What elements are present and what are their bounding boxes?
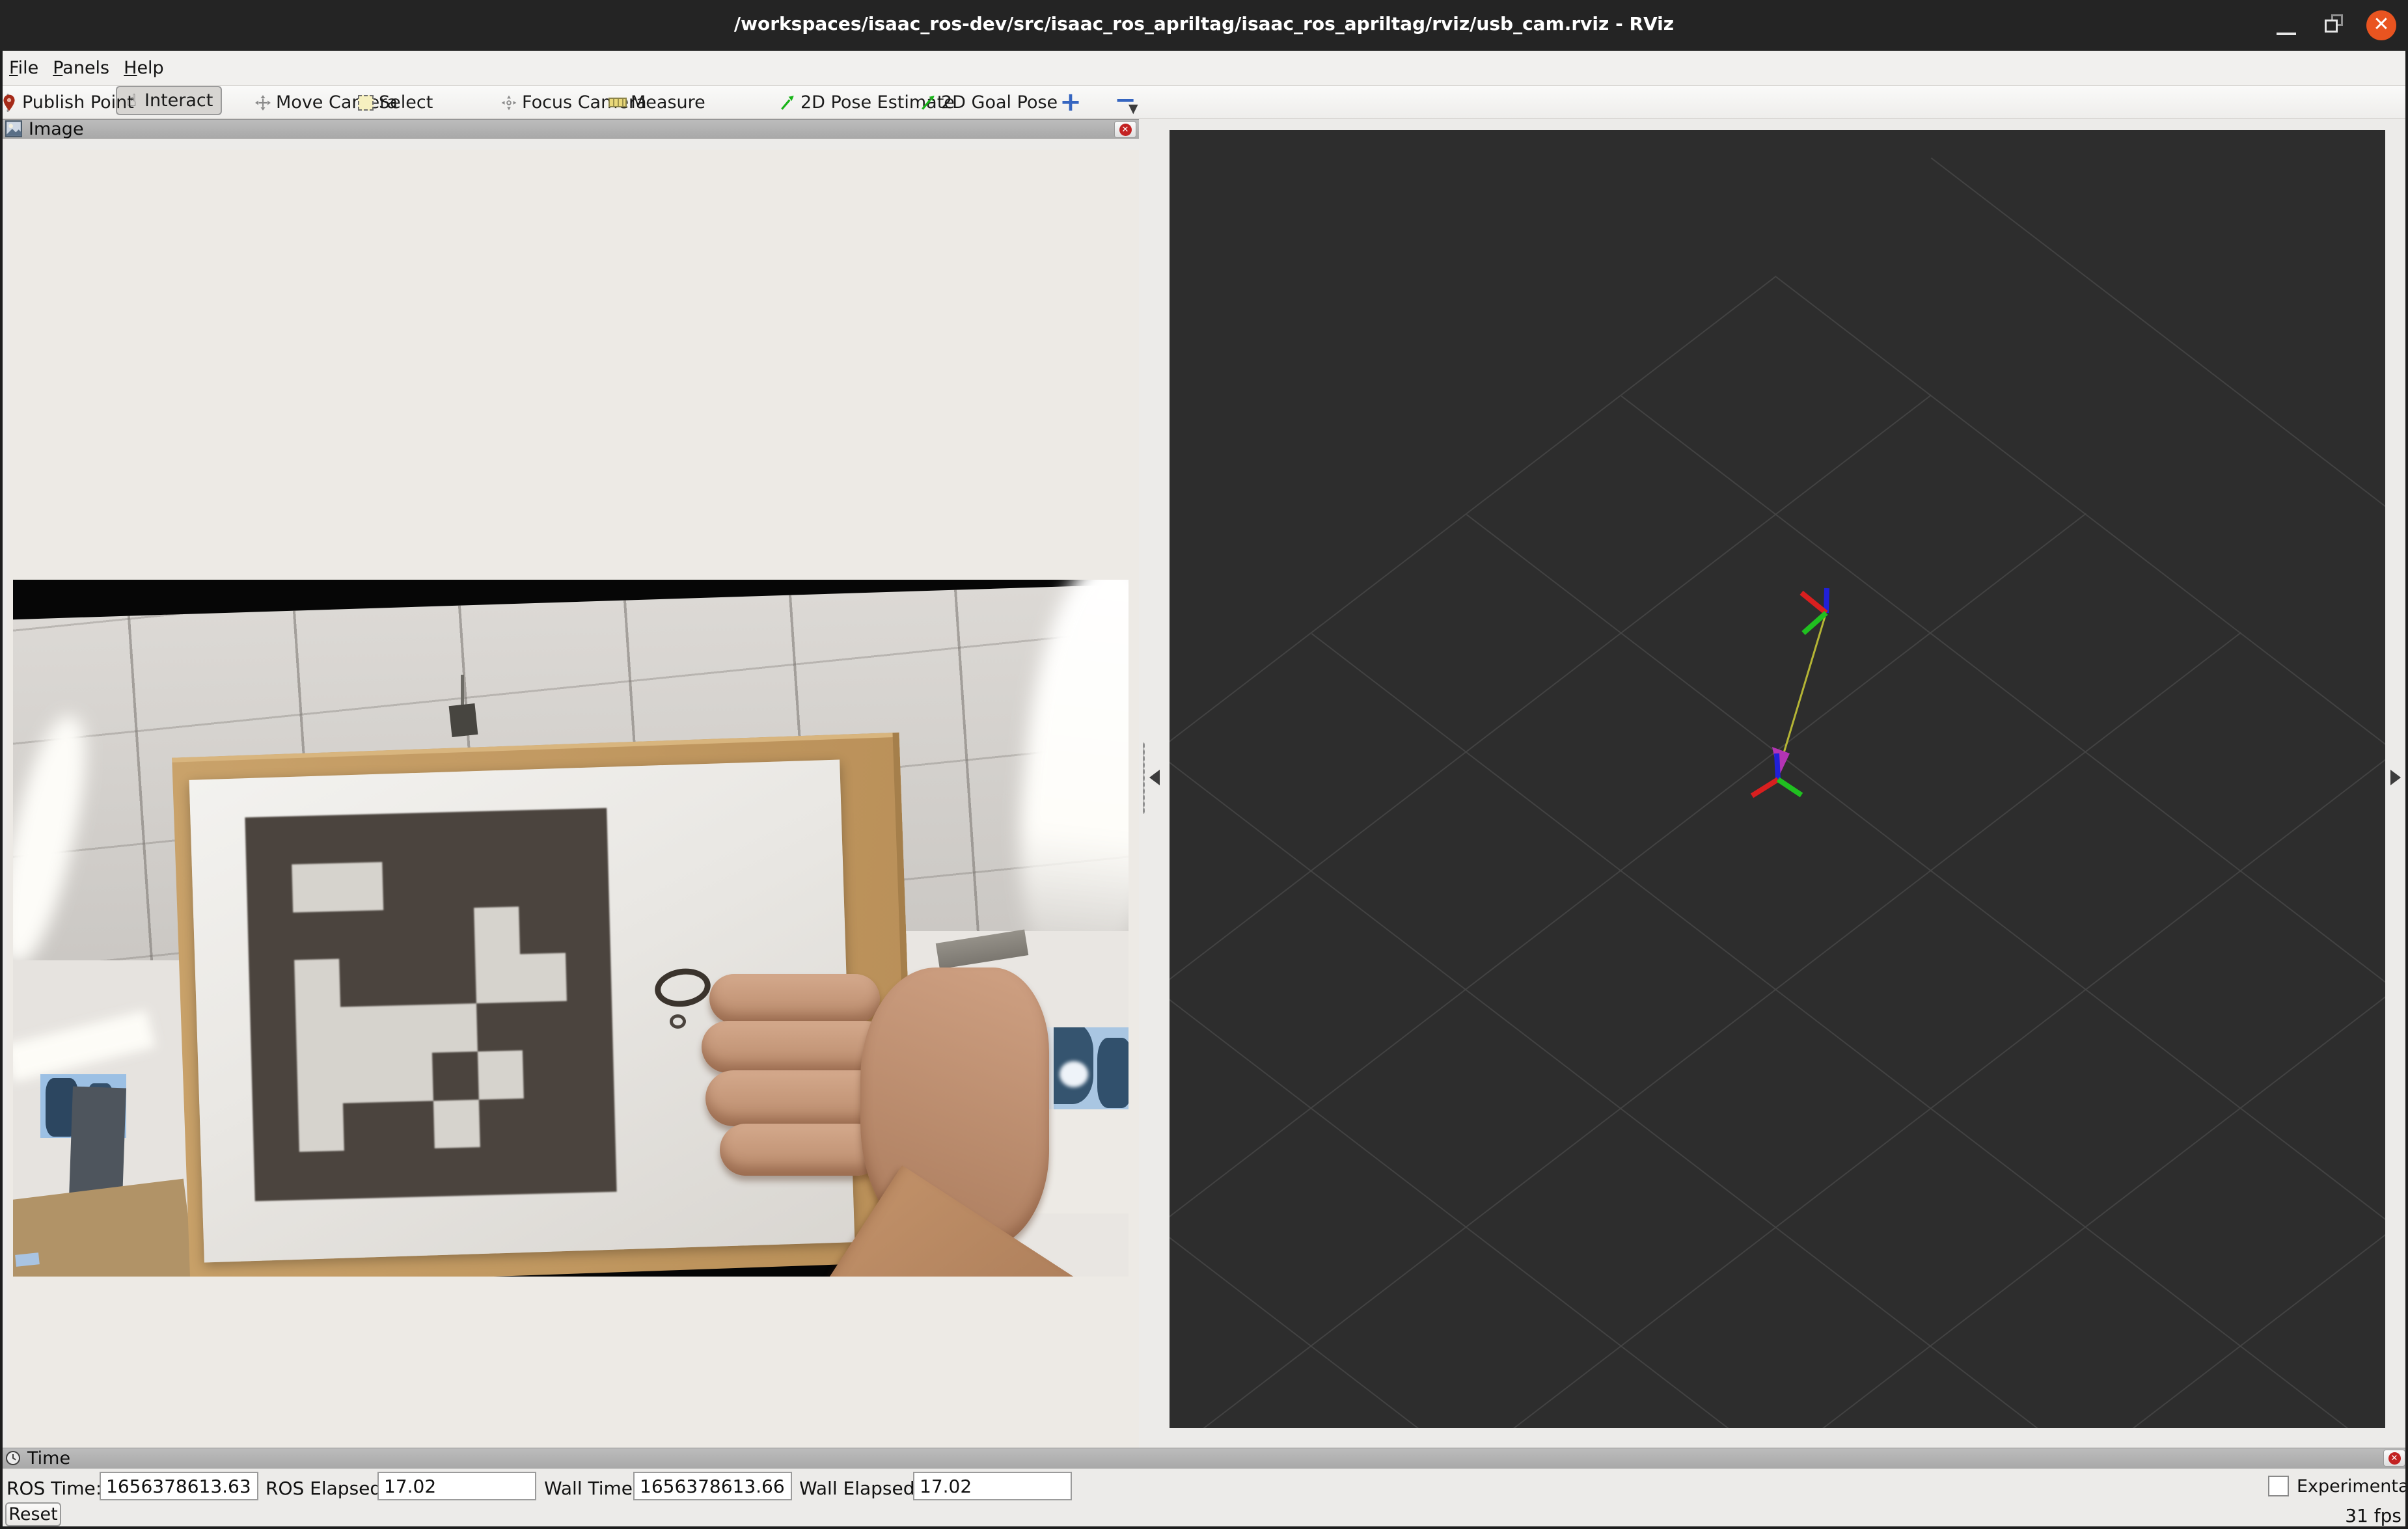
drawn-ring-small: [670, 1014, 686, 1029]
ros-time-label: ROS Time:: [7, 1478, 102, 1499]
wall-elapsed-input[interactable]: [913, 1472, 1072, 1500]
wall-time-label: Wall Time:: [544, 1478, 638, 1499]
wall-elapsed-label: Wall Elapsed:: [799, 1478, 921, 1499]
menubar: File Panels Help: [0, 51, 2408, 86]
menu-panels[interactable]: Panels: [53, 58, 109, 78]
panel-splitter-left[interactable]: [1139, 119, 1170, 1448]
ruler-icon: [609, 94, 627, 112]
desk-papers: [15, 1252, 40, 1267]
fps-counter: 31 fps: [2345, 1505, 2401, 1526]
collapse-left-icon[interactable]: [1149, 770, 1160, 785]
minimize-button[interactable]: [2264, 0, 2309, 51]
add-tool-button[interactable]: +: [1056, 87, 1086, 117]
goal-pose-tool-button[interactable]: 2D Goal Pose: [919, 86, 1058, 119]
measure-tool-button[interactable]: Measure: [609, 86, 705, 119]
image-panel-icon: [5, 120, 22, 137]
time-panel-close-button[interactable]: ✕: [2383, 1450, 2405, 1467]
panel-splitter-right[interactable]: [2385, 119, 2405, 1448]
map-pin-icon: [0, 94, 18, 112]
ros-elapsed-input[interactable]: [377, 1472, 536, 1500]
tf-frames: [1170, 130, 2385, 1428]
titlebar[interactable]: /workspaces/isaac_ros-dev/src/isaac_ros_…: [0, 0, 2408, 51]
splitter-handle[interactable]: [1143, 742, 1145, 814]
ros-time-input[interactable]: [100, 1472, 258, 1500]
apriltag-marker: [245, 808, 616, 1201]
image-panel-close-button[interactable]: ✕: [1114, 121, 1136, 138]
menu-file[interactable]: File: [9, 58, 38, 78]
green-arrow-icon: [919, 94, 937, 112]
clip-rod: [461, 675, 464, 707]
experimental-checkbox[interactable]: [2268, 1476, 2289, 1496]
menu-help[interactable]: Help: [124, 58, 164, 78]
maximize-button[interactable]: [2309, 0, 2355, 51]
publish-point-tool-button[interactable]: Publish Point: [0, 86, 134, 119]
select-tool-button[interactable]: Select: [357, 86, 433, 119]
close-button[interactable]: ✕: [2366, 10, 2396, 40]
image-panel-header[interactable]: Image ✕: [0, 119, 1139, 139]
hand-finger: [720, 1124, 882, 1176]
time-panel-header[interactable]: Time ✕: [0, 1448, 2408, 1468]
move-camera-icon: [254, 94, 272, 112]
toolbar: ☝ Interact Move Camera Select Focus Came…: [0, 86, 2408, 119]
rviz-window: /workspaces/isaac_ros-dev/src/isaac_ros_…: [0, 0, 2408, 1529]
clip: [449, 703, 478, 737]
clock-icon: [5, 1450, 21, 1466]
time-panel-body: ROS Time: ROS Elapsed: Wall Time: Wall E…: [0, 1468, 2408, 1526]
3d-viewport[interactable]: [1170, 130, 2385, 1428]
wall-time-input[interactable]: [633, 1472, 792, 1500]
green-arrow-icon: [778, 94, 797, 112]
experimental-option: Experimental: [2268, 1476, 2408, 1496]
window-edge: [0, 51, 3, 1529]
experimental-label: Experimental: [2297, 1476, 2408, 1496]
collapse-right-icon[interactable]: [2390, 770, 2401, 785]
reset-button[interactable]: Reset: [5, 1502, 61, 1526]
chevron-down-icon[interactable]: ▼: [1129, 101, 1138, 116]
select-box-icon: [357, 94, 375, 112]
camera-photo: [13, 580, 1129, 1277]
window-title: /workspaces/isaac_ros-dev/src/isaac_ros_…: [0, 13, 2408, 34]
time-panel-title: Time: [27, 1448, 70, 1468]
image-panel-title: Image: [29, 119, 84, 139]
hand-finger: [709, 974, 880, 1023]
window-edge: [0, 1526, 2408, 1529]
window-edge: [2405, 51, 2408, 1529]
ros-elapsed-label: ROS Elapsed:: [266, 1478, 388, 1499]
image-panel-content: [0, 139, 1139, 1448]
minimize-icon: [2277, 33, 2296, 35]
focus-crosshair-icon: [500, 94, 518, 112]
